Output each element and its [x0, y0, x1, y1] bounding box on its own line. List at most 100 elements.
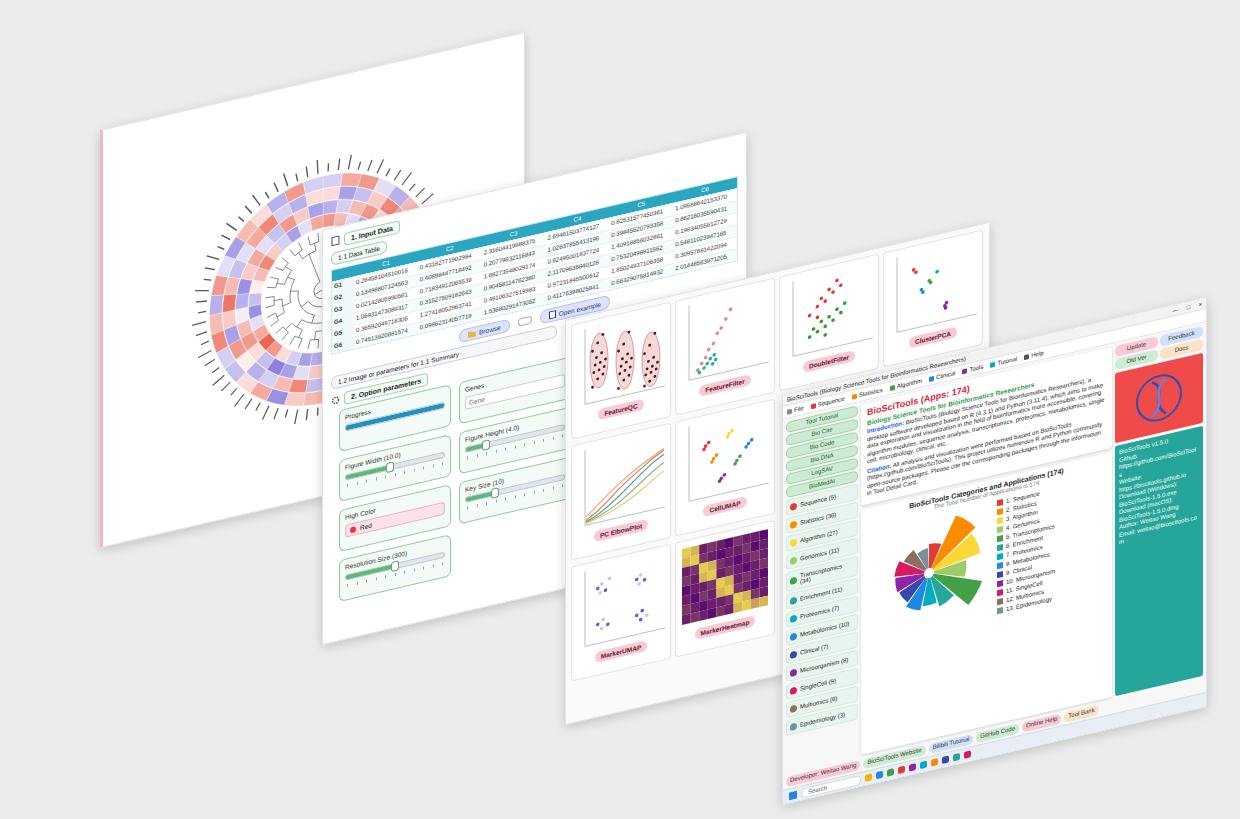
heatmap-cell — [725, 537, 734, 548]
app-icon[interactable] — [931, 758, 938, 767]
slider-handle[interactable] — [386, 461, 394, 473]
category-label: Sequence (5) — [800, 494, 836, 508]
heatmap-cell — [691, 564, 700, 575]
category-icon — [790, 538, 797, 547]
dendrogram-branch — [292, 321, 303, 333]
y-axis — [585, 329, 586, 404]
tick-mark — [515, 495, 516, 498]
data-point — [644, 373, 647, 376]
heatmap-cell — [323, 171, 343, 190]
app-icon[interactable] — [887, 768, 894, 777]
dendrogram-branch — [317, 339, 319, 348]
color-select[interactable]: Red — [345, 502, 445, 538]
menu-item[interactable]: Help — [1024, 350, 1043, 360]
app-icon[interactable] — [865, 773, 872, 782]
menu-icon — [787, 408, 792, 414]
tick-mark — [467, 506, 468, 509]
folder-icon — [468, 329, 476, 338]
tick-mark — [366, 480, 367, 483]
data-point — [635, 613, 639, 617]
plot-label: FeatureQC — [598, 399, 643, 420]
label-mark — [317, 408, 319, 416]
plot-scatter — [678, 282, 772, 388]
label-mark — [394, 170, 401, 180]
app-icon[interactable] — [898, 766, 905, 775]
label-mark — [205, 265, 215, 272]
heatmap-cell — [699, 610, 708, 621]
x-axis — [585, 507, 665, 525]
dendrogram-branch — [302, 315, 323, 328]
data-point — [831, 290, 835, 294]
data-point — [599, 361, 602, 364]
dendrogram-branch — [275, 266, 282, 273]
window-control[interactable]: □ — [1187, 304, 1191, 311]
tick-mark — [477, 454, 478, 457]
app-icon[interactable] — [964, 750, 971, 759]
data-point — [827, 315, 831, 319]
data-point — [702, 447, 706, 451]
heatmap-cell — [708, 589, 717, 600]
data-point — [730, 428, 734, 432]
label-mark — [218, 245, 225, 251]
section-title: 1. Input Data — [344, 219, 400, 245]
app-icon[interactable] — [920, 761, 927, 770]
toggle-switch[interactable] — [518, 316, 532, 327]
label-mark — [213, 375, 225, 385]
data-point — [645, 613, 649, 617]
label-mark — [231, 388, 237, 395]
plot-card: PC ElbowPlot — [571, 423, 671, 561]
data-line — [586, 450, 664, 521]
label-mark — [284, 173, 288, 187]
app-icon[interactable] — [876, 771, 883, 780]
dendrogram-branch — [298, 287, 314, 319]
heatmap-cell — [716, 596, 725, 607]
label-mark — [409, 184, 415, 191]
dendrogram-branch — [309, 254, 312, 262]
category-icon — [790, 556, 797, 565]
dendrogram-branch — [285, 323, 291, 330]
x-axis — [689, 483, 769, 501]
dendrogram-branch — [270, 320, 278, 326]
data-point — [648, 380, 651, 383]
window-control[interactable]: — — [1173, 306, 1179, 313]
app-icon[interactable] — [909, 763, 916, 772]
data-point — [945, 300, 949, 304]
dendrogram-branch — [314, 267, 317, 275]
color-swatch — [350, 526, 356, 533]
heatmap-cell — [759, 596, 768, 607]
genes-input[interactable] — [465, 374, 565, 410]
heatmap-cell — [716, 539, 725, 550]
heatmap-cell — [223, 292, 237, 313]
menu-item[interactable]: File — [787, 405, 804, 415]
label-mark — [205, 359, 215, 366]
tick-mark — [423, 566, 424, 569]
tick-mark — [395, 573, 396, 576]
data-point — [831, 318, 835, 322]
data-point — [714, 357, 718, 361]
app-icon[interactable] — [953, 753, 960, 762]
data-point — [700, 361, 704, 365]
data-point — [602, 333, 605, 336]
menu-item[interactable]: Tools — [962, 363, 983, 374]
data-point — [600, 626, 604, 630]
category-icon — [790, 650, 797, 659]
data-point — [702, 366, 706, 370]
label-mark — [195, 288, 209, 294]
slider-handle[interactable] — [391, 560, 399, 572]
slider-handle[interactable] — [491, 487, 499, 499]
heatmap-cell — [682, 604, 691, 615]
data-point — [622, 378, 625, 381]
plot-lines — [574, 427, 668, 533]
heatmap-cell — [708, 570, 717, 581]
file-icon — [331, 235, 340, 247]
data-point — [640, 608, 644, 612]
dendrogram-branch — [267, 285, 276, 289]
app-icon[interactable] — [942, 755, 949, 764]
dendrogram-branch — [287, 276, 294, 282]
slider-handle[interactable] — [482, 439, 490, 451]
window-control[interactable]: × — [1198, 301, 1202, 308]
data-point — [602, 372, 605, 375]
data-point — [944, 306, 948, 310]
data-point — [808, 313, 812, 317]
dendrogram-branch — [297, 320, 302, 327]
